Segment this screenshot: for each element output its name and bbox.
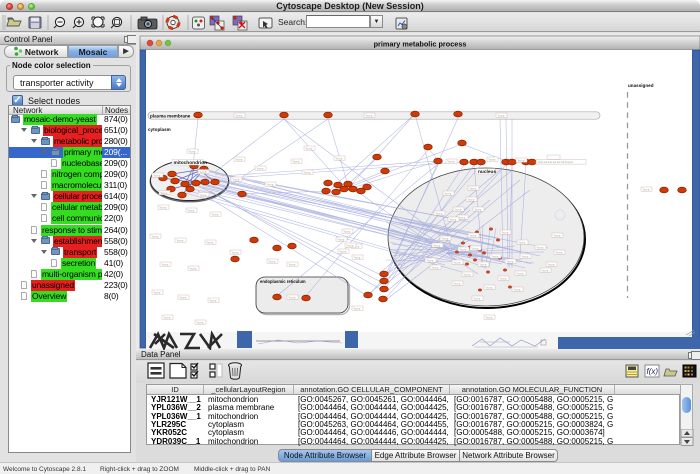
- svg-text:Yxx-p: Yxx-p: [431, 265, 439, 269]
- svg-text:Yxx-p: Yxx-p: [232, 177, 240, 181]
- svg-text:Yxx-p: Yxx-p: [288, 262, 296, 266]
- svg-text:Yxx-p: Yxx-p: [485, 315, 493, 319]
- svg-text:Yxx-p: Yxx-p: [453, 260, 461, 264]
- svg-text:Yxx-p: Yxx-p: [469, 186, 477, 190]
- svg-text:Yxx-p: Yxx-p: [453, 281, 461, 285]
- svg-text:Yxx-p: Yxx-p: [491, 254, 499, 258]
- svg-text:Yxx-p: Yxx-p: [189, 266, 197, 270]
- svg-text:cytoplasm: cytoplasm: [148, 127, 171, 132]
- svg-text:Yxx-p: Yxx-p: [497, 113, 505, 117]
- svg-text:Yxx-p: Yxx-p: [199, 193, 207, 197]
- svg-text:f(x): f(x): [647, 367, 659, 376]
- svg-text:Yxx-p: Yxx-p: [433, 243, 441, 247]
- svg-text:Yxx-p: Yxx-p: [266, 182, 274, 186]
- svg-text:Yxx-p: Yxx-p: [517, 158, 525, 162]
- svg-text:Yxx-p: Yxx-p: [160, 191, 168, 195]
- svg-text:Yxx-p: Yxx-p: [435, 211, 443, 215]
- svg-text:Yxx-p: Yxx-p: [353, 306, 361, 310]
- svg-text:Yxx-p: Yxx-p: [188, 149, 196, 153]
- svg-text:Yxx-p: Yxx-p: [485, 285, 493, 289]
- svg-text:Yxx-p: Yxx-p: [206, 240, 214, 244]
- svg-text:Yxx-p: Yxx-p: [179, 295, 187, 299]
- svg-text:Yxx-p: Yxx-p: [196, 320, 204, 324]
- svg-text:Yxx-p: Yxx-p: [161, 262, 169, 266]
- svg-text:Yxx-p: Yxx-p: [473, 296, 481, 300]
- svg-text:Yxx-p: Yxx-p: [426, 258, 434, 262]
- svg-text:Yxx-p: Yxx-p: [441, 236, 449, 240]
- svg-text:Yxx-p: Yxx-p: [187, 208, 195, 212]
- svg-text:Yxx-p: Yxx-p: [256, 166, 264, 170]
- svg-text:Yxx-p: Yxx-p: [353, 255, 361, 259]
- svg-text:Yxx-p: Yxx-p: [337, 237, 345, 241]
- svg-text:Yxx-p: Yxx-p: [471, 246, 479, 250]
- svg-text:Yxx-p: Yxx-p: [343, 229, 351, 233]
- svg-text:Yxx-p: Yxx-p: [555, 250, 563, 254]
- svg-text:Yxx-p: Yxx-p: [488, 157, 496, 161]
- svg-text:Yxx-p: Yxx-p: [499, 276, 507, 280]
- svg-text:Yxx-p: Yxx-p: [467, 197, 475, 201]
- svg-text:Yxx-p: Yxx-p: [153, 290, 161, 294]
- svg-text:Yxx-p: Yxx-p: [536, 245, 544, 249]
- svg-text:unassigned: unassigned: [628, 83, 654, 88]
- svg-text:Yxx-p: Yxx-p: [479, 262, 487, 266]
- svg-text:Yxx-p: Yxx-p: [209, 298, 217, 302]
- svg-text:Yxx-p: Yxx-p: [335, 156, 343, 160]
- svg-text:Yxx-p: Yxx-p: [463, 272, 471, 276]
- svg-text:Yxx-p: Yxx-p: [458, 215, 466, 219]
- svg-text:Yxx-p: Yxx-p: [547, 262, 555, 266]
- svg-text:Yxx-p: Yxx-p: [501, 230, 509, 234]
- svg-text:Yxx-p: Yxx-p: [459, 247, 467, 251]
- svg-text:Yxx-p: Yxx-p: [151, 234, 159, 238]
- svg-text:Yxx-p: Yxx-p: [163, 315, 171, 319]
- svg-text:Yxx-p: Yxx-p: [305, 146, 313, 150]
- svg-text:primary metabolic process: primary metabolic process: [374, 40, 467, 49]
- svg-text:Yxx-p: Yxx-p: [365, 113, 373, 117]
- svg-text:Yxx-p: Yxx-p: [176, 238, 184, 242]
- svg-text:Yxx-p: Yxx-p: [211, 212, 219, 216]
- svg-text:Yxx-p: Yxx-p: [474, 207, 482, 211]
- svg-text:Yxx-p: Yxx-p: [516, 271, 524, 275]
- svg-text:Yxx-p: Yxx-p: [288, 295, 296, 299]
- svg-text:Yxx-p: Yxx-p: [553, 233, 561, 237]
- svg-text:Yxx-p: Yxx-p: [454, 207, 462, 211]
- svg-text:Yxx-p: Yxx-p: [513, 287, 521, 291]
- svg-text:Yxx-p: Yxx-p: [268, 259, 276, 263]
- svg-text:plasma membrane: plasma membrane: [150, 114, 191, 119]
- svg-text:Yxx-p: Yxx-p: [469, 233, 477, 237]
- svg-text:Yxx-p: Yxx-p: [235, 157, 243, 161]
- svg-text:Yxx-p: Yxx-p: [303, 170, 311, 174]
- svg-text:Yxx-p: Yxx-p: [447, 159, 455, 163]
- svg-text:endoplasmic reticulum: endoplasmic reticulum: [260, 279, 306, 284]
- svg-text:Yxx-p: Yxx-p: [153, 173, 161, 177]
- svg-text:mitochondrion: mitochondrion: [174, 160, 208, 166]
- svg-text:Yxx-p: Yxx-p: [521, 254, 529, 258]
- svg-text:Yxx-p: Yxx-p: [444, 191, 452, 195]
- svg-text:nucleus: nucleus: [478, 169, 496, 175]
- svg-text:Yxx-p: Yxx-p: [339, 249, 347, 253]
- svg-text:Yxx-p: Yxx-p: [506, 259, 514, 263]
- svg-text:Yxx-p: Yxx-p: [159, 205, 167, 209]
- svg-text:Yxx-p: Yxx-p: [292, 159, 300, 163]
- svg-text:Yxx-p: Yxx-p: [199, 170, 207, 174]
- svg-text:Yxx-p: Yxx-p: [518, 240, 526, 244]
- svg-text:Yxx-p: Yxx-p: [231, 250, 239, 254]
- svg-text:Yxx-p: Yxx-p: [449, 217, 457, 221]
- svg-text:Yxx-p: Yxx-p: [541, 268, 549, 272]
- svg-text:xxm-xa xxv-xd xxr-xb xxq-xc: xxm-xa xxv-xd xxr-xb xxq-xc: [538, 160, 574, 164]
- svg-text:Yxx-p: Yxx-p: [642, 187, 650, 191]
- svg-text:Yxx-p: Yxx-p: [235, 113, 243, 117]
- svg-text:Yxx-p: Yxx-p: [346, 243, 354, 247]
